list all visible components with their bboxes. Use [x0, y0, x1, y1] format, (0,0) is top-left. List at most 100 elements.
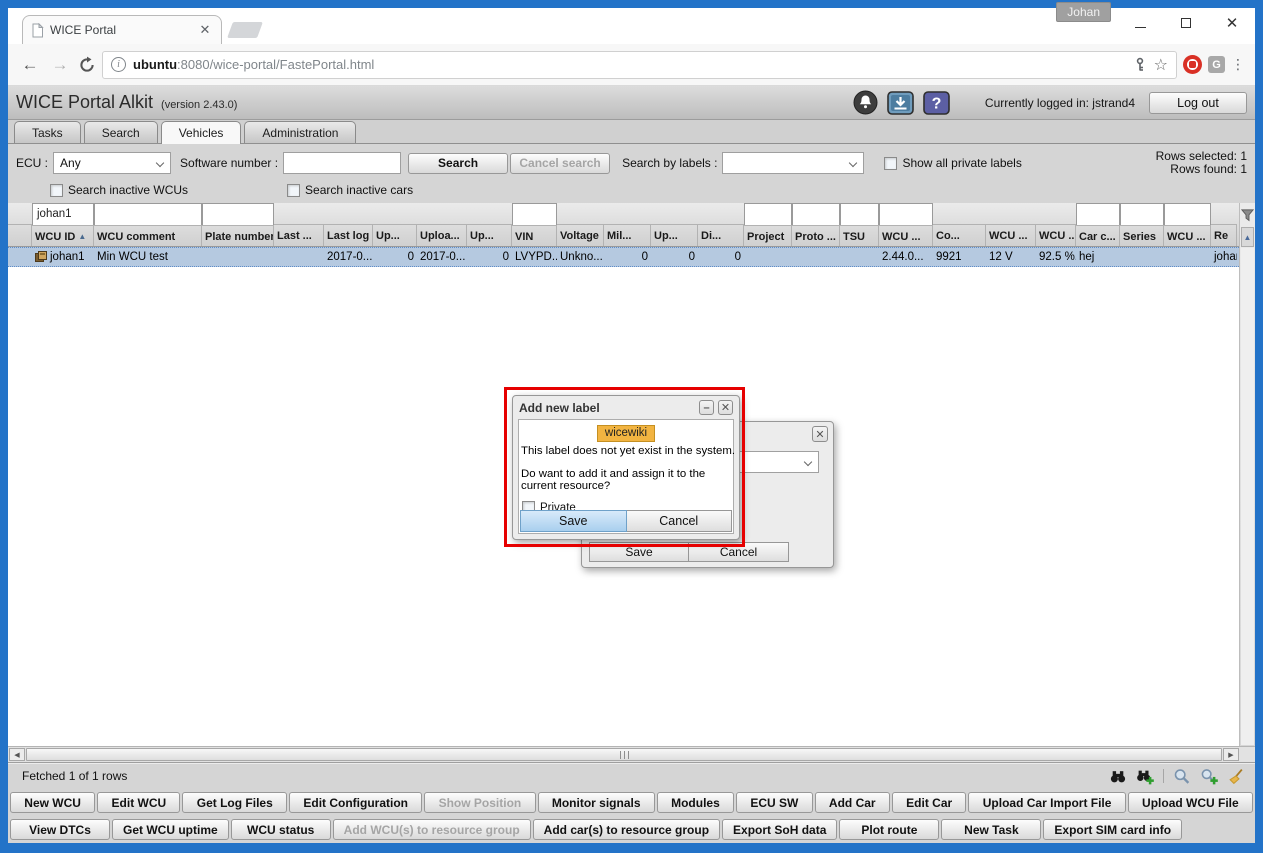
bookmark-star-icon[interactable]: ☆ — [1154, 55, 1168, 75]
action-add-car[interactable]: Add Car — [815, 792, 890, 813]
download-icon[interactable] — [887, 91, 914, 115]
column-header[interactable]: WCU ID▲ — [32, 225, 94, 246]
cell[interactable]: 9921 — [933, 248, 986, 266]
action-add-wcu-s-to-resource-group[interactable]: Add WCU(s) to resource group — [333, 819, 531, 840]
browser-tab[interactable]: WICE Portal ✕ — [22, 15, 222, 44]
action-edit-wcu[interactable]: Edit WCU — [97, 792, 180, 813]
filter-input[interactable] — [1120, 203, 1164, 225]
cell[interactable]: johan1 — [32, 248, 94, 266]
filter-input[interactable] — [94, 203, 202, 225]
zoom-add-icon[interactable] — [1200, 768, 1218, 785]
tab-search[interactable]: Search — [84, 121, 158, 143]
cell[interactable]: 0 — [373, 248, 417, 266]
labels-select[interactable] — [722, 152, 864, 174]
action-upload-wcu-file[interactable]: Upload WCU File — [1128, 792, 1253, 813]
action-get-log-files[interactable]: Get Log Files — [182, 792, 287, 813]
column-header[interactable]: Up... — [651, 224, 698, 246]
column-header[interactable]: WCU ... — [1036, 224, 1076, 246]
action-plot-route[interactable]: Plot route — [839, 819, 939, 840]
column-header[interactable]: WCU ... — [1164, 225, 1211, 246]
ecu-select[interactable]: Any — [53, 152, 171, 174]
cell[interactable] — [1164, 248, 1211, 266]
notification-bell-icon[interactable] — [853, 90, 878, 115]
forward-button[interactable]: → — [48, 55, 72, 75]
search-inactive-wcus-checkbox[interactable] — [50, 184, 63, 197]
filter-input[interactable] — [1164, 203, 1211, 225]
action-show-position[interactable]: Show Position — [424, 792, 535, 813]
logout-button[interactable]: Log out — [1149, 92, 1247, 114]
maximize-button[interactable] — [1163, 8, 1209, 38]
close-button[interactable]: ✕ — [1209, 8, 1255, 38]
action-ecu-sw[interactable]: ECU SW — [736, 792, 813, 813]
cell[interactable]: 0 — [604, 248, 651, 266]
cell[interactable] — [1120, 248, 1164, 266]
cell[interactable] — [202, 248, 274, 266]
cell[interactable]: 2017-0... — [417, 248, 467, 266]
scroll-right-button[interactable]: ▶ — [1223, 748, 1239, 761]
cell[interactable]: Unkno... — [557, 248, 604, 266]
password-key-icon[interactable] — [1133, 57, 1147, 72]
software-number-input[interactable] — [283, 152, 401, 174]
cell[interactable]: 92.5 %... — [1036, 248, 1076, 266]
column-header[interactable]: Up... — [467, 224, 512, 246]
column-header[interactable]: Voltage — [557, 224, 604, 246]
action-new-task[interactable]: New Task — [941, 819, 1041, 840]
close-icon[interactable]: ✕ — [718, 400, 733, 415]
new-tab-button[interactable] — [227, 22, 263, 38]
vertical-scrollbar[interactable]: ▲ — [1239, 203, 1255, 746]
filter-input[interactable] — [202, 203, 274, 225]
browser-profile-badge[interactable]: Johan — [1056, 2, 1111, 22]
cancel-button[interactable]: Cancel — [689, 542, 789, 562]
close-icon[interactable]: ✕ — [812, 426, 828, 442]
extension-g-icon[interactable]: G — [1208, 56, 1225, 73]
action-edit-configuration[interactable]: Edit Configuration — [289, 792, 422, 813]
cell[interactable] — [274, 248, 324, 266]
column-header[interactable] — [8, 224, 32, 246]
column-header[interactable]: Car c... — [1076, 225, 1120, 246]
minimize-icon[interactable]: – — [699, 400, 714, 415]
action-new-wcu[interactable]: New WCU — [10, 792, 95, 813]
tab-close-icon[interactable]: ✕ — [197, 22, 213, 38]
action-view-dtcs[interactable]: View DTCs — [10, 819, 110, 840]
cell[interactable] — [744, 248, 792, 266]
find-icon[interactable] — [1109, 768, 1127, 785]
action-export-soh-data[interactable]: Export SoH data — [722, 819, 837, 840]
filter-input[interactable] — [879, 203, 933, 225]
horizontal-scrollbar[interactable]: ◀ ▶ — [8, 746, 1255, 762]
save-button[interactable]: Save — [589, 542, 689, 562]
column-header[interactable]: VIN — [512, 225, 557, 246]
column-header[interactable]: Mil... — [604, 224, 651, 246]
content-blocker-icon[interactable] — [1183, 55, 1202, 74]
filter-input[interactable] — [1076, 203, 1120, 225]
cell[interactable]: 0 — [698, 248, 744, 266]
cell[interactable]: hej — [1076, 248, 1120, 266]
tab-vehicles[interactable]: Vehicles — [161, 121, 242, 144]
find-add-icon[interactable] — [1136, 768, 1154, 785]
cell[interactable]: 0 — [467, 248, 512, 266]
column-header[interactable]: WCU ... — [879, 225, 933, 246]
column-header[interactable]: Last ... — [274, 224, 324, 246]
column-header[interactable]: Re — [1211, 224, 1237, 246]
action-modules[interactable]: Modules — [657, 792, 734, 813]
cell[interactable] — [792, 248, 840, 266]
browser-menu-icon[interactable]: ⋮ — [1231, 56, 1245, 73]
scroll-track[interactable] — [1241, 248, 1254, 745]
search-button[interactable]: Search — [408, 153, 508, 174]
back-button[interactable]: ← — [18, 55, 42, 75]
action-wcu-status[interactable]: WCU status — [231, 819, 331, 840]
column-header[interactable]: Project — [744, 225, 792, 246]
action-get-wcu-uptime[interactable]: Get WCU uptime — [112, 819, 229, 840]
save-button[interactable]: Save — [520, 510, 627, 532]
help-icon[interactable]: ? — [923, 91, 950, 115]
url-text[interactable]: ubuntu:8080/wice-portal/FastePortal.html — [133, 57, 1126, 72]
action-add-car-s-to-resource-group[interactable]: Add car(s) to resource group — [533, 819, 720, 840]
table-row[interactable]: johan1Min WCU test2017-0...02017-0...0LV… — [8, 247, 1255, 267]
show-private-labels-checkbox[interactable] — [884, 157, 897, 170]
tab-tasks[interactable]: Tasks — [14, 121, 81, 143]
filter-input[interactable] — [840, 203, 879, 225]
cancel-search-button[interactable]: Cancel search — [510, 153, 610, 174]
search-inactive-cars-checkbox[interactable] — [287, 184, 300, 197]
cancel-button[interactable]: Cancel — [627, 510, 733, 532]
url-bar[interactable]: i ubuntu:8080/wice-portal/FastePortal.ht… — [102, 51, 1177, 79]
column-header[interactable]: Plate number — [202, 225, 274, 246]
